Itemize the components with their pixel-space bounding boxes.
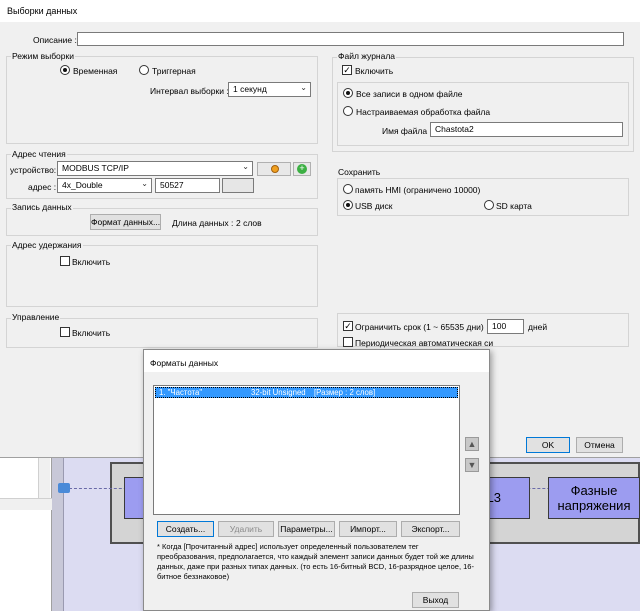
create-button[interactable]: Создать... — [157, 521, 214, 537]
chevron-down-icon: ⌄ — [300, 83, 307, 92]
control-group — [6, 318, 318, 348]
address-extra-field — [222, 178, 254, 193]
filename-label: Имя файла : — [382, 126, 432, 136]
dialog-title: Выборки данных — [7, 6, 78, 16]
custom-file-label: Настраиваемая обработка файла — [356, 107, 491, 117]
all-records-label: Все записи в одном файле — [356, 89, 463, 99]
parameters-button[interactable]: Параметры... — [278, 521, 335, 537]
sd-card-label: SD карта — [496, 201, 532, 211]
chevron-down-icon: ⌄ — [242, 162, 249, 171]
trigger-radio[interactable] — [139, 65, 149, 75]
log-file-title: Файл журнала — [337, 51, 397, 61]
control-enable-label: Включить — [72, 328, 111, 338]
interval-select-value: 1 секунд — [233, 84, 267, 94]
log-enable-label: Включить — [355, 66, 394, 76]
log-enable-checkbox[interactable]: ✓ — [342, 65, 352, 75]
add-icon: + — [297, 164, 307, 174]
description-label: Описание : — [33, 35, 77, 45]
interval-label: Интервал выборки : — [150, 86, 229, 96]
device-select[interactable]: MODBUS TCP/IP ⌄ — [57, 161, 253, 176]
time-radio-label: Временная — [73, 66, 118, 76]
format-index: 1. "Частота" — [159, 388, 203, 397]
formats-titlebar[interactable]: Форматы данных — [144, 350, 489, 372]
control-enable-checkbox[interactable] — [60, 327, 70, 337]
device-label: устройство: — [10, 165, 57, 175]
export-button[interactable]: Экспорт... — [401, 521, 460, 537]
checkmark-icon: ✓ — [344, 321, 352, 331]
ok-button[interactable]: OK — [526, 437, 570, 453]
format-type: 32-bit Unsigned — [251, 388, 306, 397]
limit-unit: дней — [528, 322, 548, 332]
save-title: Сохранить — [337, 167, 382, 177]
settings-icon — [271, 165, 279, 173]
canvas-ruler — [52, 456, 64, 611]
address-type-select[interactable]: 4x_Double ⌄ — [57, 178, 152, 193]
hold-address-group — [6, 245, 318, 307]
hmi-memory-label: память HMI (ограничено 10000) — [355, 185, 481, 195]
cancel-button[interactable]: Отмена — [576, 437, 623, 453]
triangle-down-icon: ▼ — [467, 460, 477, 470]
triangle-up-icon: ▲ — [467, 439, 477, 449]
sampling-mode-title: Режим выборки — [11, 51, 75, 61]
sd-card-radio[interactable] — [484, 200, 494, 210]
device-select-value: MODBUS TCP/IP — [62, 163, 129, 173]
trigger-radio-label: Триггерная — [152, 66, 196, 76]
limit-checkbox[interactable]: ✓ — [343, 321, 353, 331]
device-settings-button[interactable] — [257, 162, 291, 176]
time-radio[interactable] — [60, 65, 70, 75]
periodic-label: Периодическая автоматическая си — [355, 338, 494, 348]
hmi-memory-radio[interactable] — [343, 184, 353, 194]
data-record-group — [6, 208, 318, 236]
hold-address-title: Адрес удержания — [11, 240, 83, 250]
hold-enable-label: Включить — [72, 257, 111, 267]
usb-radio[interactable] — [343, 200, 353, 210]
data-format-button[interactable]: Формат данных... — [90, 214, 161, 230]
formats-list[interactable]: 1. "Частота" 32-bit Unsigned [Размер : 2… — [153, 385, 460, 515]
read-address-title: Адрес чтения — [11, 149, 67, 159]
formats-note: * Когда [Прочитанный адрес] использует о… — [157, 542, 474, 581]
list-item[interactable]: 1. "Частота" 32-bit Unsigned [Размер : 2… — [155, 387, 458, 398]
data-formats-dialog: Форматы данных 1. "Частота" 32-bit Unsig… — [143, 349, 490, 611]
custom-file-radio[interactable] — [343, 106, 353, 116]
address-type-value: 4x_Double — [62, 180, 103, 190]
canvas-marker-icon[interactable] — [58, 483, 70, 493]
address-input[interactable]: 50527 — [155, 178, 220, 193]
add-device-button[interactable]: + — [293, 162, 311, 176]
data-record-title: Запись данных — [11, 202, 73, 212]
filename-input[interactable]: Chastota2 — [430, 122, 623, 137]
description-input[interactable] — [77, 32, 624, 46]
chevron-down-icon: ⌄ — [141, 179, 148, 188]
checkmark-icon: ✓ — [343, 65, 351, 75]
periodic-checkbox[interactable] — [343, 337, 353, 347]
canvas-button-phase-voltages[interactable]: Фазные напряжения — [548, 477, 640, 519]
all-records-radio[interactable] — [343, 88, 353, 98]
data-length-label: Длина данных : — [172, 218, 234, 228]
usb-label: USB диск — [355, 201, 393, 211]
move-down-button[interactable]: ▼ — [465, 458, 479, 472]
interval-select[interactable]: 1 секунд ⌄ — [228, 82, 311, 97]
control-title: Управление — [11, 312, 61, 322]
limit-label: Ограничить срок (1 ~ 65535 дни) — [355, 322, 484, 332]
address-label: адрес : — [28, 182, 57, 192]
formats-title: Форматы данных — [150, 358, 219, 368]
exit-button[interactable]: Выход — [412, 592, 459, 608]
dialog-titlebar[interactable]: Выборки данных — [0, 0, 640, 22]
delete-button[interactable]: Удалить — [218, 521, 274, 537]
import-button[interactable]: Импорт... — [339, 521, 397, 537]
limit-input[interactable]: 100 — [487, 319, 524, 334]
left-panel-hscrollbar[interactable] — [0, 498, 52, 510]
data-length-value: 2 слов — [236, 218, 262, 228]
format-size: [Размер : 2 слов] — [314, 388, 376, 397]
hold-enable-checkbox[interactable] — [60, 256, 70, 266]
move-up-button[interactable]: ▲ — [465, 437, 479, 451]
